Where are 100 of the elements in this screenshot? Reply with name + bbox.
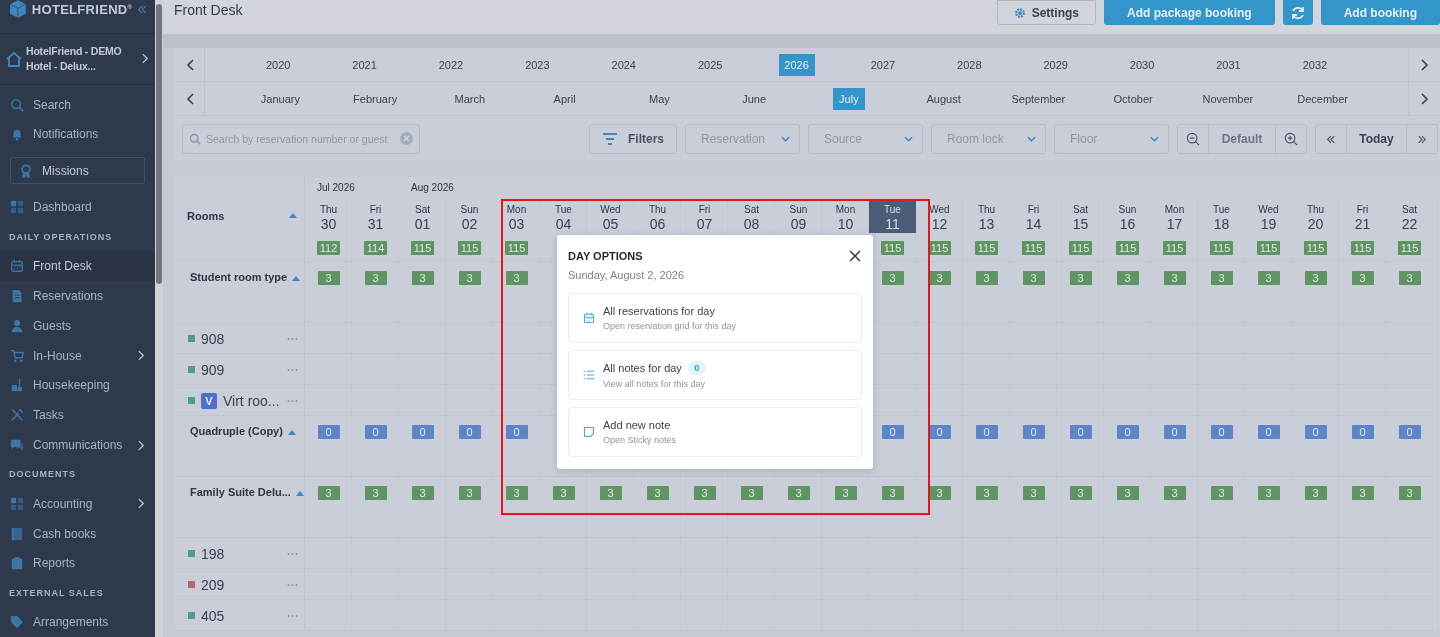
refresh-button[interactable]	[1282, 0, 1313, 25]
sidebar-item[interactable]: Front Desk	[0, 251, 155, 281]
month-tab[interactable]: April	[517, 92, 612, 105]
day-header[interactable]: Sat 01	[399, 201, 446, 233]
sidebar-item[interactable]: Dashboard	[0, 192, 155, 223]
search-icon	[10, 97, 24, 112]
year-tab[interactable]: 2030	[1098, 58, 1186, 71]
availability-count: 3	[975, 271, 998, 285]
month-tab[interactable]: January	[233, 92, 328, 105]
sidebar-item[interactable]: Search	[0, 89, 155, 120]
caret-down-icon	[904, 136, 913, 142]
day-header[interactable]: Sun 16	[1104, 201, 1151, 233]
caret-down-icon	[1150, 136, 1159, 142]
day-header[interactable]: Thu 13	[963, 201, 1010, 233]
day-header[interactable]: Wed 12	[916, 201, 963, 233]
scrollbar[interactable]	[155, 0, 163, 637]
month-tab[interactable]: November	[1180, 92, 1276, 105]
caret-down-icon	[1027, 136, 1036, 142]
room-name: Virt roo...	[223, 392, 280, 409]
availability-count: 3	[552, 486, 575, 500]
month-tab[interactable]: February	[327, 92, 423, 105]
year-tab[interactable]: 2022	[407, 58, 495, 71]
more-icon	[287, 398, 298, 403]
document-icon	[10, 288, 24, 303]
sidebar-item[interactable]: Communications	[0, 430, 155, 460]
month-tab[interactable]: May	[612, 92, 707, 105]
day-header[interactable]: Wed 05	[587, 201, 634, 233]
availability-count: 3	[458, 486, 481, 500]
day-header[interactable]: Thu 06	[634, 201, 681, 233]
year-tab[interactable]: 2024	[580, 58, 667, 71]
year-tab[interactable]: 2027	[839, 58, 927, 71]
room-type-name: Quadruple (Copy)	[190, 425, 283, 437]
day-header[interactable]: Tue 04	[540, 201, 587, 233]
option-title: All notes for day	[603, 362, 682, 374]
missions-button[interactable]: Missions	[10, 157, 145, 185]
sidebar-item[interactable]: Guests	[0, 310, 155, 341]
day-header[interactable]: Mon 03	[493, 201, 540, 233]
day-header[interactable]: Mon 17	[1151, 201, 1198, 233]
year-tab[interactable]: 2023	[494, 58, 581, 71]
month-tab[interactable]: June	[706, 92, 802, 105]
sort-up-icon	[292, 276, 301, 281]
day-header[interactable]: Tue 18	[1198, 201, 1245, 233]
day-header[interactable]: Fri 07	[681, 201, 728, 233]
sidebar-item[interactable]: Reports	[0, 548, 155, 579]
day-header[interactable]: Fri 21	[1339, 201, 1386, 233]
availability-count: 3	[1351, 486, 1374, 500]
month-tab[interactable]: October	[1085, 92, 1181, 105]
day-header[interactable]: Sat 15	[1057, 201, 1104, 233]
month-tab[interactable]: August	[896, 92, 991, 105]
year-tab[interactable]: 2021	[321, 58, 408, 71]
sidebar-item[interactable]: Housekeeping	[0, 370, 155, 401]
day-header[interactable]: Fri 14	[1010, 201, 1057, 233]
day-header[interactable]: Thu 30	[305, 201, 352, 233]
month-tab[interactable]: December	[1275, 92, 1370, 105]
search-field[interactable]: Search by reservation number or guest	[182, 124, 420, 154]
month-tab[interactable]: March	[422, 92, 518, 105]
close-button[interactable]	[848, 249, 862, 263]
year-tab[interactable]: 2029	[1012, 58, 1099, 71]
availability-count: 0	[1257, 425, 1280, 439]
calendar-icon	[10, 259, 24, 274]
day-header[interactable]: Sun 09	[775, 201, 822, 233]
chevron-left-icon	[185, 92, 194, 105]
sidebar-item[interactable]: In-House	[0, 340, 155, 371]
day-header[interactable]: Fri 31	[352, 201, 399, 233]
sidebar-item[interactable]: Tasks	[0, 400, 155, 431]
year-tab[interactable]: 2020	[235, 58, 322, 71]
day-option[interactable]: Add new note Open Sticky notes	[568, 407, 862, 457]
day-header[interactable]: Sat 08	[728, 201, 775, 233]
section-heading: DOCUMENTS	[8, 468, 77, 482]
day-header[interactable]: Wed 19	[1245, 201, 1292, 233]
sidebar-item[interactable]: Cash books	[0, 518, 155, 549]
day-header[interactable]: Thu 20	[1292, 201, 1339, 233]
year-tab[interactable]: 2028	[926, 58, 1013, 71]
scrollbar-thumb[interactable]	[156, 4, 162, 284]
day-header[interactable]: Sun 02	[446, 201, 493, 233]
year-tab[interactable]: 2025	[666, 58, 754, 71]
sidebar-item[interactable]: Arrangements	[0, 607, 155, 637]
sidebar-item[interactable]: Notifications	[0, 119, 155, 150]
availability-count: 3	[740, 486, 763, 500]
day-header[interactable]: Tue 11	[869, 201, 916, 233]
day-header[interactable]: Mon 10	[822, 201, 869, 233]
book-icon	[10, 526, 24, 541]
chat-icon	[10, 438, 24, 452]
filters-button[interactable]: Filters	[589, 124, 677, 154]
room-name: 909	[201, 361, 225, 378]
day-header[interactable]: Sat 22	[1386, 201, 1433, 233]
tiles-icon	[10, 200, 24, 215]
year-tab[interactable]: 2032	[1271, 58, 1359, 71]
sidebar-item[interactable]: Reservations	[0, 280, 155, 311]
availability-count: 3	[364, 271, 387, 285]
refresh-icon	[1289, 4, 1306, 21]
settings-button[interactable]: Settings	[996, 0, 1096, 25]
day-option[interactable]: All reservations for day Open reservation grid for this day	[568, 293, 862, 343]
availability-count: 3	[1069, 486, 1092, 500]
day-option[interactable]: All notes for day 0 View all notes for this day	[568, 350, 862, 400]
year-tab[interactable]: 2031	[1185, 58, 1272, 71]
sidebar-item[interactable]: Accounting	[0, 488, 155, 519]
clear-icon	[400, 132, 413, 145]
month-tab[interactable]: September	[991, 92, 1086, 105]
chevron-left-icon	[185, 58, 194, 71]
